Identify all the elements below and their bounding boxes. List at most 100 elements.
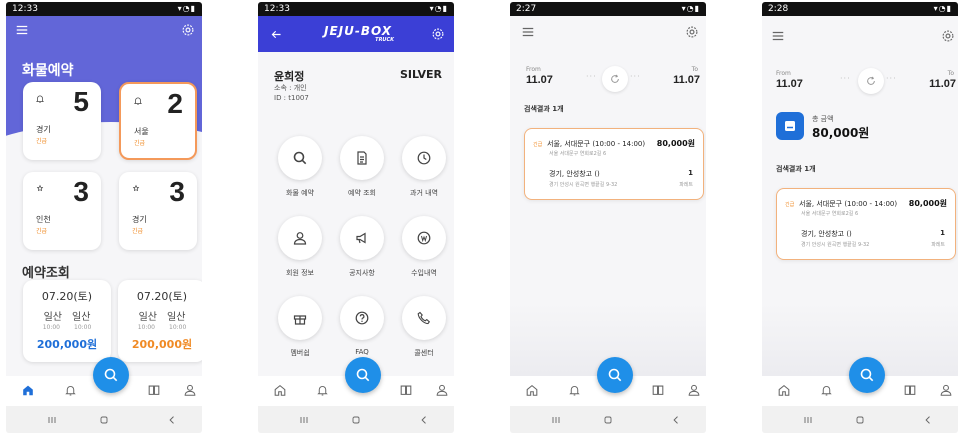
recent-apps-icon[interactable] xyxy=(44,412,60,428)
person-icon[interactable] xyxy=(938,382,954,398)
menu-notice[interactable] xyxy=(340,216,384,260)
book-icon[interactable] xyxy=(650,382,666,398)
menu-faq[interactable] xyxy=(340,296,384,340)
phone-screen-income: 2:28 ▾◔▮ From 11.07 To 11.07 ··· ··· 총 금… xyxy=(762,2,958,433)
refresh-button[interactable] xyxy=(858,68,884,94)
reservation-card[interactable]: 07.20(토) 일산 일산 10:00 10:00 200,000원 xyxy=(23,280,111,362)
search-fab[interactable] xyxy=(345,357,381,393)
home-icon[interactable] xyxy=(776,382,792,398)
recent-apps-icon[interactable] xyxy=(548,412,564,428)
urgent-tag: 긴급 xyxy=(132,228,144,235)
region-count: 2 xyxy=(167,88,183,119)
refresh-button[interactable] xyxy=(602,66,628,92)
search-icon xyxy=(292,150,308,166)
from-time: 10:00 xyxy=(137,324,155,331)
bell-icon[interactable] xyxy=(566,382,582,398)
recent-apps-icon[interactable] xyxy=(296,412,312,428)
book-icon[interactable] xyxy=(398,382,414,398)
menu-icon[interactable] xyxy=(770,28,786,44)
logo-subtext: TRUCK xyxy=(375,37,395,43)
region-tile[interactable]: 3 경기 긴급 xyxy=(119,172,197,250)
status-time: 12:33 xyxy=(264,4,290,14)
home-icon[interactable] xyxy=(272,382,288,398)
to-date[interactable]: 11.07 xyxy=(929,78,956,90)
search-fab[interactable] xyxy=(93,357,129,393)
bell-icon[interactable] xyxy=(314,382,330,398)
book-icon[interactable] xyxy=(902,382,918,398)
back-arrow-icon[interactable] xyxy=(268,26,284,42)
reservation-card[interactable]: 07.20(토) 일산 일산 10:00 10:00 200,000원 xyxy=(118,280,202,362)
menu-cargo-booking[interactable] xyxy=(278,136,322,180)
to-time: 10:00 xyxy=(169,324,187,331)
menu-history[interactable] xyxy=(402,136,446,180)
menu-booking-inquiry[interactable] xyxy=(340,136,384,180)
person-icon xyxy=(292,230,308,246)
menu-income[interactable] xyxy=(402,216,446,260)
coin-icon xyxy=(416,230,432,246)
home-button-icon[interactable] xyxy=(348,412,364,428)
bell-icon[interactable] xyxy=(62,382,78,398)
bell-icon xyxy=(35,94,45,104)
back-icon[interactable] xyxy=(164,412,180,428)
search-fab[interactable] xyxy=(849,357,885,393)
result-card[interactable]: 긴급 서울, 서대문구 (10:00 - 14:00) 80,000원 서울 서… xyxy=(776,188,956,260)
search-fab[interactable] xyxy=(597,357,633,393)
recent-apps-icon[interactable] xyxy=(800,412,816,428)
urgent-tag: 긴급 xyxy=(36,138,48,145)
menu-label: 과거 내역 xyxy=(410,189,438,197)
gear-icon[interactable] xyxy=(430,26,446,42)
menu-label: 화물 예약 xyxy=(286,189,314,197)
region-tile[interactable]: 5 경기 긴급 xyxy=(23,82,101,160)
card-price: 80,000원 xyxy=(908,199,947,208)
gift-icon xyxy=(292,310,308,326)
refresh-icon xyxy=(865,75,877,87)
home-button-icon[interactable] xyxy=(96,412,112,428)
home-button-icon[interactable] xyxy=(852,412,868,428)
status-icons: ▾◔▮ xyxy=(177,4,196,13)
system-nav xyxy=(510,406,706,433)
total-amount: 80,000원 xyxy=(812,126,870,140)
gear-icon[interactable] xyxy=(940,28,956,44)
person-icon[interactable] xyxy=(686,382,702,398)
to-label: To xyxy=(947,70,954,77)
urgent-tag: 긴급 xyxy=(533,142,543,148)
menu-icon[interactable] xyxy=(14,22,30,38)
back-icon[interactable] xyxy=(416,412,432,428)
gear-icon[interactable] xyxy=(684,24,700,40)
to-city: 일산 xyxy=(167,312,186,323)
menu-member-info[interactable] xyxy=(278,216,322,260)
region-tile[interactable]: 3 인천 긴급 xyxy=(23,172,101,250)
gear-icon[interactable] xyxy=(180,22,196,38)
back-icon[interactable] xyxy=(920,412,936,428)
region-tile-selected[interactable]: 2 서울 긴급 xyxy=(119,82,197,160)
to-label: To xyxy=(691,66,698,73)
menu-membership[interactable] xyxy=(278,296,322,340)
drop-location: 경기, 안성창고 () xyxy=(801,230,852,238)
result-card[interactable]: 긴급 서울, 서대문구 (10:00 - 14:00) 80,000원 서울 서… xyxy=(524,128,704,200)
person-icon[interactable] xyxy=(182,382,198,398)
from-date[interactable]: 11.07 xyxy=(776,78,803,90)
result-count: 검색결과 1개 xyxy=(776,165,816,173)
dots-left: ··· xyxy=(840,74,851,83)
menu-icon[interactable] xyxy=(520,24,536,40)
to-date[interactable]: 11.07 xyxy=(673,74,700,86)
home-button-icon[interactable] xyxy=(600,412,616,428)
unit: 파레트 xyxy=(931,242,945,248)
from-date[interactable]: 11.07 xyxy=(526,74,553,86)
person-icon[interactable] xyxy=(434,382,450,398)
menu-call-center[interactable] xyxy=(402,296,446,340)
from-label: From xyxy=(776,70,791,77)
pickup-location: 서울, 서대문구 (10:00 - 14:00) xyxy=(799,200,898,208)
menu-label: 예약 조회 xyxy=(348,189,376,197)
unit: 파레트 xyxy=(679,182,693,188)
back-icon[interactable] xyxy=(668,412,684,428)
reservation-price: 200,000원 xyxy=(36,338,98,351)
region-count: 5 xyxy=(73,86,89,117)
system-nav xyxy=(258,406,454,433)
home-icon[interactable] xyxy=(524,382,540,398)
bell-icon[interactable] xyxy=(818,382,834,398)
document-icon xyxy=(354,150,370,166)
from-time: 10:00 xyxy=(42,324,60,331)
home-icon[interactable] xyxy=(20,382,36,398)
book-icon[interactable] xyxy=(146,382,162,398)
